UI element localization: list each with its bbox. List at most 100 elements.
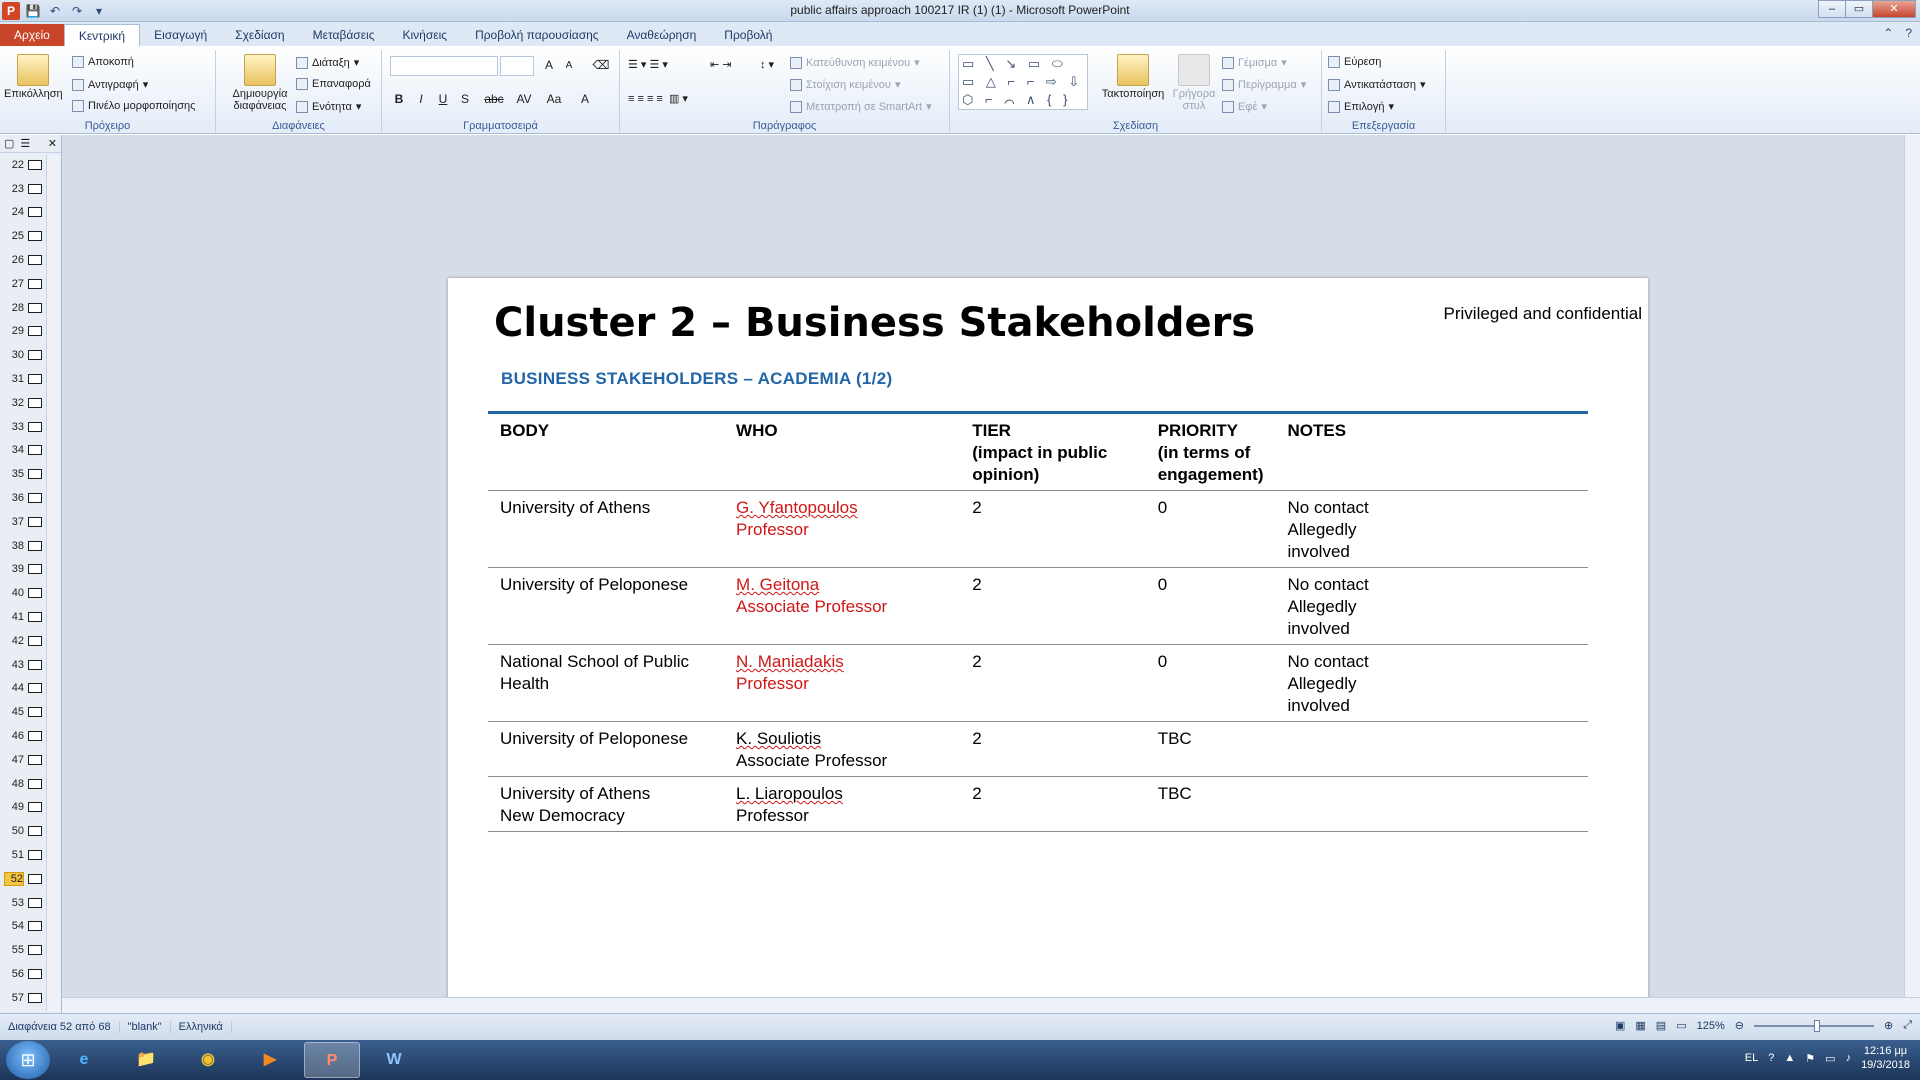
media-player-icon[interactable]: ▶ xyxy=(242,1042,298,1078)
bold-button[interactable]: B xyxy=(390,92,408,106)
strikethrough-button[interactable]: abc xyxy=(482,92,506,106)
chrome-icon[interactable]: ◉ xyxy=(180,1042,236,1078)
tab-view[interactable]: Προβολή xyxy=(710,24,786,46)
format-painter-button[interactable]: Πινέλο μορφοποίησης xyxy=(72,100,195,112)
cell-body[interactable]: University of Athens New Democracy xyxy=(488,776,725,832)
arrange-button[interactable]: Τακτοποίηση xyxy=(1096,54,1170,100)
cell-notes[interactable] xyxy=(1275,721,1588,777)
fit-to-window-icon[interactable]: ⤢ xyxy=(1903,1019,1912,1032)
cell-priority[interactable]: 0 xyxy=(1145,644,1276,722)
clock[interactable]: 12:16 μμ 19/3/2018 xyxy=(1861,1044,1910,1072)
shadow-button[interactable]: S xyxy=(456,92,474,106)
cell-notes[interactable]: No contact Allegedly involved xyxy=(1275,567,1588,645)
stakeholders-table[interactable]: BODY WHO TIER (impact in public opinion) … xyxy=(488,411,1588,832)
text-direction-button[interactable]: Κατεύθυνση κειμένου ▾ xyxy=(790,56,920,69)
indent-buttons[interactable]: ⇤ ⇥ xyxy=(710,58,732,71)
slides-tab-icon[interactable]: ▢ xyxy=(4,137,14,150)
cell-notes[interactable]: No contact Allegedly involved xyxy=(1275,644,1588,722)
tab-insert[interactable]: Εισαγωγή xyxy=(140,24,221,46)
cell-who[interactable]: M. Geitona Associate Professor xyxy=(724,567,961,645)
main-horizontal-scrollbar[interactable] xyxy=(62,997,1920,1013)
shape-effects-button[interactable]: Εφέ ▾ xyxy=(1222,100,1267,113)
paste-button[interactable]: Επικόλληση xyxy=(4,54,63,100)
section-button[interactable]: Ενότητα ▾ xyxy=(296,100,361,113)
tab-review[interactable]: Αναθεώρηση xyxy=(613,24,711,46)
language-indicator[interactable]: Ελληνικά xyxy=(171,1021,232,1033)
slide-subtitle[interactable]: BUSINESS STAKEHOLDERS – ACADEMIA (1/2) xyxy=(501,369,892,389)
zoom-in-icon[interactable]: ⊕ xyxy=(1884,1019,1893,1032)
show-hidden-icons[interactable]: ▲ xyxy=(1784,1052,1795,1064)
cell-body[interactable]: University of Peloponese xyxy=(488,721,725,777)
shapes-gallery[interactable]: ▭ ╲ ↘ ▭ ⬭ ▭ △ ⌐ ⌐ ⇨ ⇩ ⬡ ⌐ ⌒ ∧ { } ☆ xyxy=(958,54,1088,110)
char-spacing-button[interactable]: AV xyxy=(512,92,536,106)
slideshow-view-icon[interactable]: ▭ xyxy=(1676,1019,1686,1032)
zoom-level[interactable]: 125% xyxy=(1697,1020,1725,1032)
help-icon[interactable]: ? xyxy=(1905,26,1912,40)
network-icon[interactable]: ▭ xyxy=(1825,1052,1835,1065)
main-vertical-scrollbar[interactable] xyxy=(1904,135,1920,997)
cell-tier[interactable]: 2 xyxy=(960,644,1146,722)
word-taskbar-icon[interactable]: W xyxy=(366,1042,422,1078)
minimize-ribbon-icon[interactable]: ⌃ xyxy=(1883,26,1893,40)
clear-format-icon[interactable]: ⌫ xyxy=(592,58,610,72)
cell-who[interactable]: L. Liaropoulos Professor xyxy=(724,776,961,832)
replace-button[interactable]: Αντικατάσταση ▾ xyxy=(1328,78,1425,91)
shape-fill-button[interactable]: Γέμισμα ▾ xyxy=(1222,56,1287,69)
cell-body[interactable]: University of Peloponese xyxy=(488,567,725,645)
cell-priority[interactable]: 0 xyxy=(1145,490,1276,568)
tab-animations[interactable]: Κινήσεις xyxy=(389,24,462,46)
start-button[interactable]: ⊞ xyxy=(6,1041,50,1079)
cell-priority[interactable]: TBC xyxy=(1145,721,1276,777)
reset-button[interactable]: Επαναφορά xyxy=(296,78,371,90)
italic-button[interactable]: I xyxy=(412,92,430,106)
grow-font-button[interactable]: A xyxy=(540,58,558,72)
change-case-button[interactable]: Aa xyxy=(542,92,566,106)
cell-priority[interactable]: 0 xyxy=(1145,567,1276,645)
cut-button[interactable]: Αποκοπή xyxy=(72,56,134,68)
cell-priority[interactable]: TBC xyxy=(1145,776,1276,832)
cell-notes[interactable] xyxy=(1275,776,1588,832)
new-slide-button[interactable]: Δημιουργία διαφάνειας xyxy=(220,54,300,112)
zoom-slider[interactable] xyxy=(1753,1019,1874,1032)
quick-styles-button[interactable]: Γρήγορα στυλ xyxy=(1166,54,1222,112)
close-button[interactable]: ✕ xyxy=(1872,0,1916,18)
cell-tier[interactable]: 2 xyxy=(960,490,1146,568)
cell-who[interactable]: K. Souliotis Associate Professor xyxy=(724,721,961,777)
cell-tier[interactable]: 2 xyxy=(960,567,1146,645)
smartart-button[interactable]: Μετατροπή σε SmartArt ▾ xyxy=(790,100,932,113)
close-panel-icon[interactable]: ✕ xyxy=(48,137,61,150)
outline-tab-icon[interactable]: ☰ xyxy=(20,137,30,150)
zoom-slider-thumb[interactable] xyxy=(1813,1019,1820,1032)
tab-slide-show[interactable]: Προβολή παρουσίασης xyxy=(461,24,613,46)
reading-view-icon[interactable]: ▤ xyxy=(1656,1019,1666,1032)
shrink-font-button[interactable]: A xyxy=(560,60,578,71)
volume-icon[interactable]: ♪ xyxy=(1846,1052,1852,1064)
line-spacing-button[interactable]: ↕ ▾ xyxy=(760,58,774,71)
align-text-button[interactable]: Στοίχιση κειμένου ▾ xyxy=(790,78,900,91)
cell-notes[interactable]: No contact Allegedly involved xyxy=(1275,490,1588,568)
sorter-view-icon[interactable]: ▦ xyxy=(1635,1019,1645,1032)
font-size-input[interactable] xyxy=(500,56,534,76)
font-color-button[interactable]: A xyxy=(576,92,594,106)
confidential-label[interactable]: Privileged and confidential xyxy=(1444,304,1642,324)
tab-transitions[interactable]: Μεταβάσεις xyxy=(299,24,389,46)
bullets-button[interactable]: ☰ ▾ ☰ ▾ xyxy=(628,58,668,71)
tab-file[interactable]: Αρχείο xyxy=(0,24,64,46)
zoom-out-icon[interactable]: ⊖ xyxy=(1735,1019,1744,1032)
file-explorer-icon[interactable]: 📁 xyxy=(118,1042,174,1078)
normal-view-icon[interactable]: ▣ xyxy=(1615,1019,1625,1032)
panel-scrollbar[interactable] xyxy=(46,155,60,1011)
tab-home[interactable]: Κεντρική xyxy=(63,24,141,46)
language-tray[interactable]: EL xyxy=(1745,1052,1758,1064)
cell-tier[interactable]: 2 xyxy=(960,776,1146,832)
align-buttons[interactable]: ≡ ≡ ≡ ≡ ▥ ▾ xyxy=(628,92,688,105)
find-button[interactable]: Εύρεση xyxy=(1328,56,1381,68)
cell-body[interactable]: University of Athens xyxy=(488,490,725,568)
minimize-button[interactable]: – xyxy=(1818,0,1846,18)
select-button[interactable]: Επιλογή ▾ xyxy=(1328,100,1394,113)
internet-explorer-icon[interactable]: e xyxy=(56,1042,112,1078)
slide-canvas[interactable]: Cluster 2 – Business Stakeholders Privil… xyxy=(448,278,1648,1080)
underline-button[interactable]: U xyxy=(434,92,452,106)
cell-who[interactable]: G. Yfantopoulos Professor xyxy=(724,490,961,568)
shape-outline-button[interactable]: Περίγραμμα ▾ xyxy=(1222,78,1306,91)
